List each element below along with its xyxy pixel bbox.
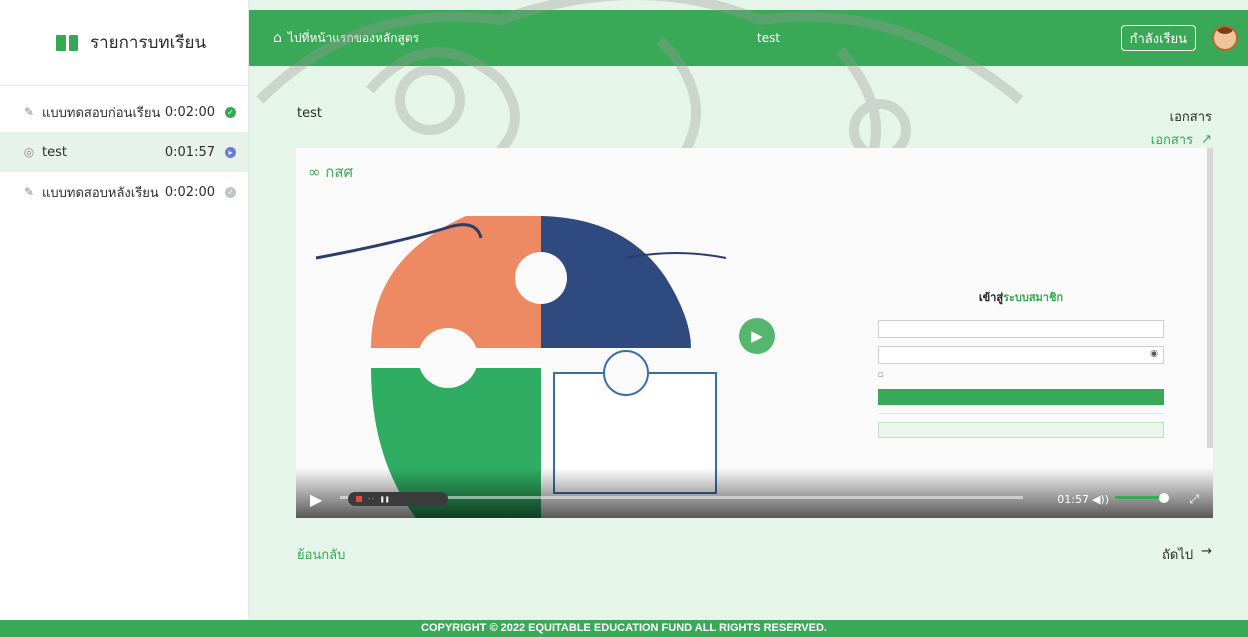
login-user-field xyxy=(878,320,1164,338)
pencil-icon: ✎ xyxy=(23,185,35,199)
lesson-duration: 0:02:00 xyxy=(164,104,215,120)
external-link-icon: ↗ xyxy=(1201,132,1212,147)
top-bar: ⌂ ไปที่หน้าแรกของหลักสูตร test กำลังเรีย… xyxy=(249,10,1248,66)
lesson-label: test xyxy=(42,144,67,160)
course-title: test xyxy=(757,31,781,45)
check-icon: ✓ xyxy=(225,186,236,198)
book-icon xyxy=(56,34,78,51)
video-controls: ▶ · · ❚❚ 01:57 ◀)) ⤢ xyxy=(296,468,1213,518)
sidebar-title: รายการบทเรียน xyxy=(90,33,207,53)
login-preview: เข้าสู่ระบบสมาชิก ◉ ☐ xyxy=(878,288,1164,438)
volume-knob[interactable] xyxy=(1159,493,1169,503)
lesson-title: test xyxy=(297,106,322,121)
fullscreen-icon[interactable]: ⤢ xyxy=(1189,492,1199,507)
play-overlay-button[interactable]: ▶ xyxy=(739,318,775,354)
lesson-duration: 0:02:00 xyxy=(164,184,215,200)
lesson-label: แบบทดสอบหลังเรียน xyxy=(42,185,159,201)
studying-status-button[interactable]: กำลังเรียน xyxy=(1120,25,1196,51)
volume-icon[interactable]: ◀)) xyxy=(1092,493,1109,506)
lesson-item-pretest[interactable]: ✎ แบบทดสอบก่อนเรียน 0:02:00 ✓ xyxy=(0,92,248,132)
login-options-row: ☐ xyxy=(878,372,884,379)
home-icon: ⌂ xyxy=(273,30,282,46)
documents-link[interactable]: เอกสาร ↗ xyxy=(1151,129,1212,150)
check-icon: ✓ xyxy=(225,106,236,118)
lesson-item-test[interactable]: ◎ test 0:01:57 ▸ xyxy=(0,132,248,172)
login-alt-preview xyxy=(878,422,1164,438)
playing-icon: ▸ xyxy=(225,146,236,158)
documents-section: เอกสาร เอกสาร ↗ xyxy=(1151,106,1212,150)
login-heading: เข้าสู่ระบบสมาชิก xyxy=(978,291,1064,304)
footer-copyright: COPYRIGHT © 2022 EQUITABLE EDUCATION FUN… xyxy=(0,620,1248,637)
documents-link-label: เอกสาร xyxy=(1150,133,1194,148)
documents-label: เอกสาร xyxy=(1169,110,1212,125)
video-player[interactable]: ∞ กสศ ▶ เข้าสู่ระบบสมาชิก ◉ ☐ ▶ · · ❚❚ 01… xyxy=(296,148,1213,518)
play-circle-icon: ◎ xyxy=(23,145,35,159)
login-separator xyxy=(878,413,1164,416)
next-label: ถัดไป xyxy=(1161,548,1194,563)
back-link[interactable]: ย้อนกลับ xyxy=(297,544,345,565)
pencil-icon: ✎ xyxy=(23,105,35,119)
lesson-duration: 0:01:57 xyxy=(164,144,215,160)
arrow-right-icon: → xyxy=(1201,544,1212,559)
course-home-link[interactable]: ⌂ ไปที่หน้าแรกของหลักสูตร xyxy=(273,29,419,48)
avatar[interactable] xyxy=(1212,25,1238,51)
sidebar-header: รายการบทเรียน xyxy=(0,0,248,86)
eye-icon: ◉ xyxy=(1150,349,1158,359)
lesson-label: แบบทดสอบก่อนเรียน xyxy=(42,105,161,121)
current-time: 01:57 xyxy=(1057,493,1089,506)
course-home-label: ไปที่หน้าแรกของหลักสูตร xyxy=(287,30,420,45)
next-link[interactable]: ถัดไป → xyxy=(1162,544,1212,565)
recording-pill: · · ❚❚ xyxy=(348,492,448,506)
login-submit-preview xyxy=(878,389,1164,405)
lesson-sidebar: รายการบทเรียน ✎ แบบทดสอบก่อนเรียน 0:02:0… xyxy=(0,0,249,620)
login-password-field: ◉ xyxy=(878,346,1164,364)
lesson-item-posttest[interactable]: ✎ แบบทดสอบหลังเรียน 0:02:00 ✓ xyxy=(0,172,248,212)
play-icon[interactable]: ▶ xyxy=(310,490,328,509)
